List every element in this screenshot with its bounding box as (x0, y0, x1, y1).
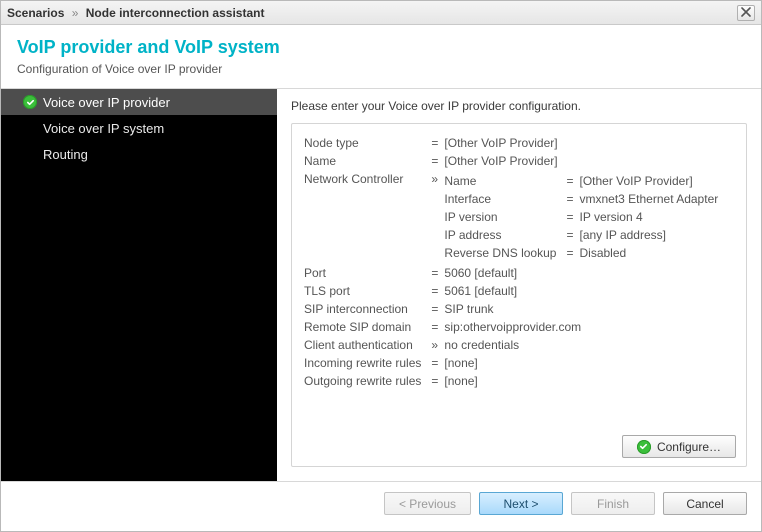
expand-icon: » (427, 170, 444, 264)
row-port: Port=5060 [default] (304, 264, 730, 282)
sidebar-item-label: Voice over IP system (43, 121, 164, 136)
key: Client authentication (304, 336, 427, 354)
titlebar: Scenarios » Node interconnection assista… (1, 1, 761, 25)
configure-button[interactable]: Configure… (622, 435, 736, 458)
network-controller-table: Name=[Other VoIP Provider] Interface=vmx… (444, 172, 724, 262)
eq: = (427, 354, 444, 372)
previous-button: < Previous (384, 492, 471, 515)
sidebar-item-voip-provider[interactable]: Voice over IP provider (1, 89, 277, 115)
val: 5061 [default] (444, 282, 730, 300)
close-icon (741, 6, 751, 20)
config-table: Node type = [Other VoIP Provider] Name =… (304, 134, 730, 390)
wizard-header: VoIP provider and VoIP system Configurat… (1, 25, 761, 84)
eq: = (562, 244, 579, 262)
row-name: Name = [Other VoIP Provider] (304, 152, 730, 170)
key: Outgoing rewrite rules (304, 372, 427, 390)
eq: = (427, 282, 444, 300)
configure-row: Configure… (622, 435, 736, 458)
row-nc-ipversion: IP version=IP version 4 (444, 208, 724, 226)
prompt-text: Please enter your Voice over IP provider… (291, 99, 747, 113)
key: SIP interconnection (304, 300, 427, 318)
row-nc-ipaddress: IP address=[any IP address] (444, 226, 724, 244)
eq: = (427, 152, 444, 170)
steps-sidebar: Voice over IP provider Voice over IP sys… (1, 89, 277, 481)
check-icon (23, 95, 37, 109)
val: [Other VoIP Provider] (444, 152, 730, 170)
page-subtitle: Configuration of Voice over IP provider (17, 62, 745, 76)
val: no credentials (444, 336, 730, 354)
eq: = (427, 264, 444, 282)
breadcrumb-sep: » (68, 6, 83, 20)
breadcrumb-current: Node interconnection assistant (86, 6, 265, 20)
eq: = (562, 172, 579, 190)
sidebar-item-voip-system[interactable]: Voice over IP system (1, 115, 277, 141)
val: vmxnet3 Ethernet Adapter (579, 190, 724, 208)
val: Disabled (579, 244, 724, 262)
finish-button: Finish (571, 492, 655, 515)
eq: = (427, 300, 444, 318)
row-sip-interconnection: SIP interconnection=SIP trunk (304, 300, 730, 318)
key: Node type (304, 134, 427, 152)
row-client-auth: Client authentication»no credentials (304, 336, 730, 354)
val: IP version 4 (579, 208, 724, 226)
breadcrumb-root: Scenarios (7, 6, 64, 20)
val: sip:othervoipprovider.com (444, 318, 730, 336)
val: 5060 [default] (444, 264, 730, 282)
eq: = (562, 190, 579, 208)
configure-label: Configure… (657, 440, 721, 454)
config-summary-panel: Node type = [Other VoIP Provider] Name =… (291, 123, 747, 467)
eq: = (562, 226, 579, 244)
sidebar-item-routing[interactable]: Routing (1, 141, 277, 167)
main-pane: Please enter your Voice over IP provider… (277, 89, 761, 481)
key: Reverse DNS lookup (444, 244, 562, 262)
row-nc-rdns: Reverse DNS lookup=Disabled (444, 244, 724, 262)
key: Remote SIP domain (304, 318, 427, 336)
key: Name (304, 152, 427, 170)
sidebar-item-label: Routing (43, 147, 88, 162)
cancel-button[interactable]: Cancel (663, 492, 747, 515)
row-incoming-rewrite: Incoming rewrite rules=[none] (304, 354, 730, 372)
wizard-footer: < Previous Next > Finish Cancel (1, 481, 761, 525)
row-network-controller: Network Controller » Name=[Other VoIP Pr… (304, 170, 730, 264)
wizard-body: Voice over IP provider Voice over IP sys… (1, 89, 761, 481)
eq: = (562, 208, 579, 226)
key: TLS port (304, 282, 427, 300)
sidebar-item-label: Voice over IP provider (43, 95, 170, 110)
key: Interface (444, 190, 562, 208)
row-node-type: Node type = [Other VoIP Provider] (304, 134, 730, 152)
eq: = (427, 318, 444, 336)
page-title: VoIP provider and VoIP system (17, 37, 745, 58)
row-outgoing-rewrite: Outgoing rewrite rules=[none] (304, 372, 730, 390)
check-icon (637, 440, 651, 454)
val: [Other VoIP Provider] (444, 134, 730, 152)
val: [none] (444, 372, 730, 390)
key: Incoming rewrite rules (304, 354, 427, 372)
key: Port (304, 264, 427, 282)
key: Name (444, 172, 562, 190)
eq: = (427, 372, 444, 390)
key: IP address (444, 226, 562, 244)
eq: = (427, 134, 444, 152)
val: [Other VoIP Provider] (579, 172, 724, 190)
close-button[interactable] (737, 5, 755, 21)
expand-icon: » (427, 336, 444, 354)
row-nc-name: Name=[Other VoIP Provider] (444, 172, 724, 190)
val: [any IP address] (579, 226, 724, 244)
wizard-window: { "titlebar": { "root": "Scenarios", "se… (0, 0, 762, 532)
key: Network Controller (304, 170, 427, 264)
next-button[interactable]: Next > (479, 492, 563, 515)
val: SIP trunk (444, 300, 730, 318)
row-remote-sip-domain: Remote SIP domain=sip:othervoipprovider.… (304, 318, 730, 336)
val: [none] (444, 354, 730, 372)
row-nc-interface: Interface=vmxnet3 Ethernet Adapter (444, 190, 724, 208)
key: IP version (444, 208, 562, 226)
breadcrumb: Scenarios » Node interconnection assista… (7, 6, 737, 20)
row-tls-port: TLS port=5061 [default] (304, 282, 730, 300)
